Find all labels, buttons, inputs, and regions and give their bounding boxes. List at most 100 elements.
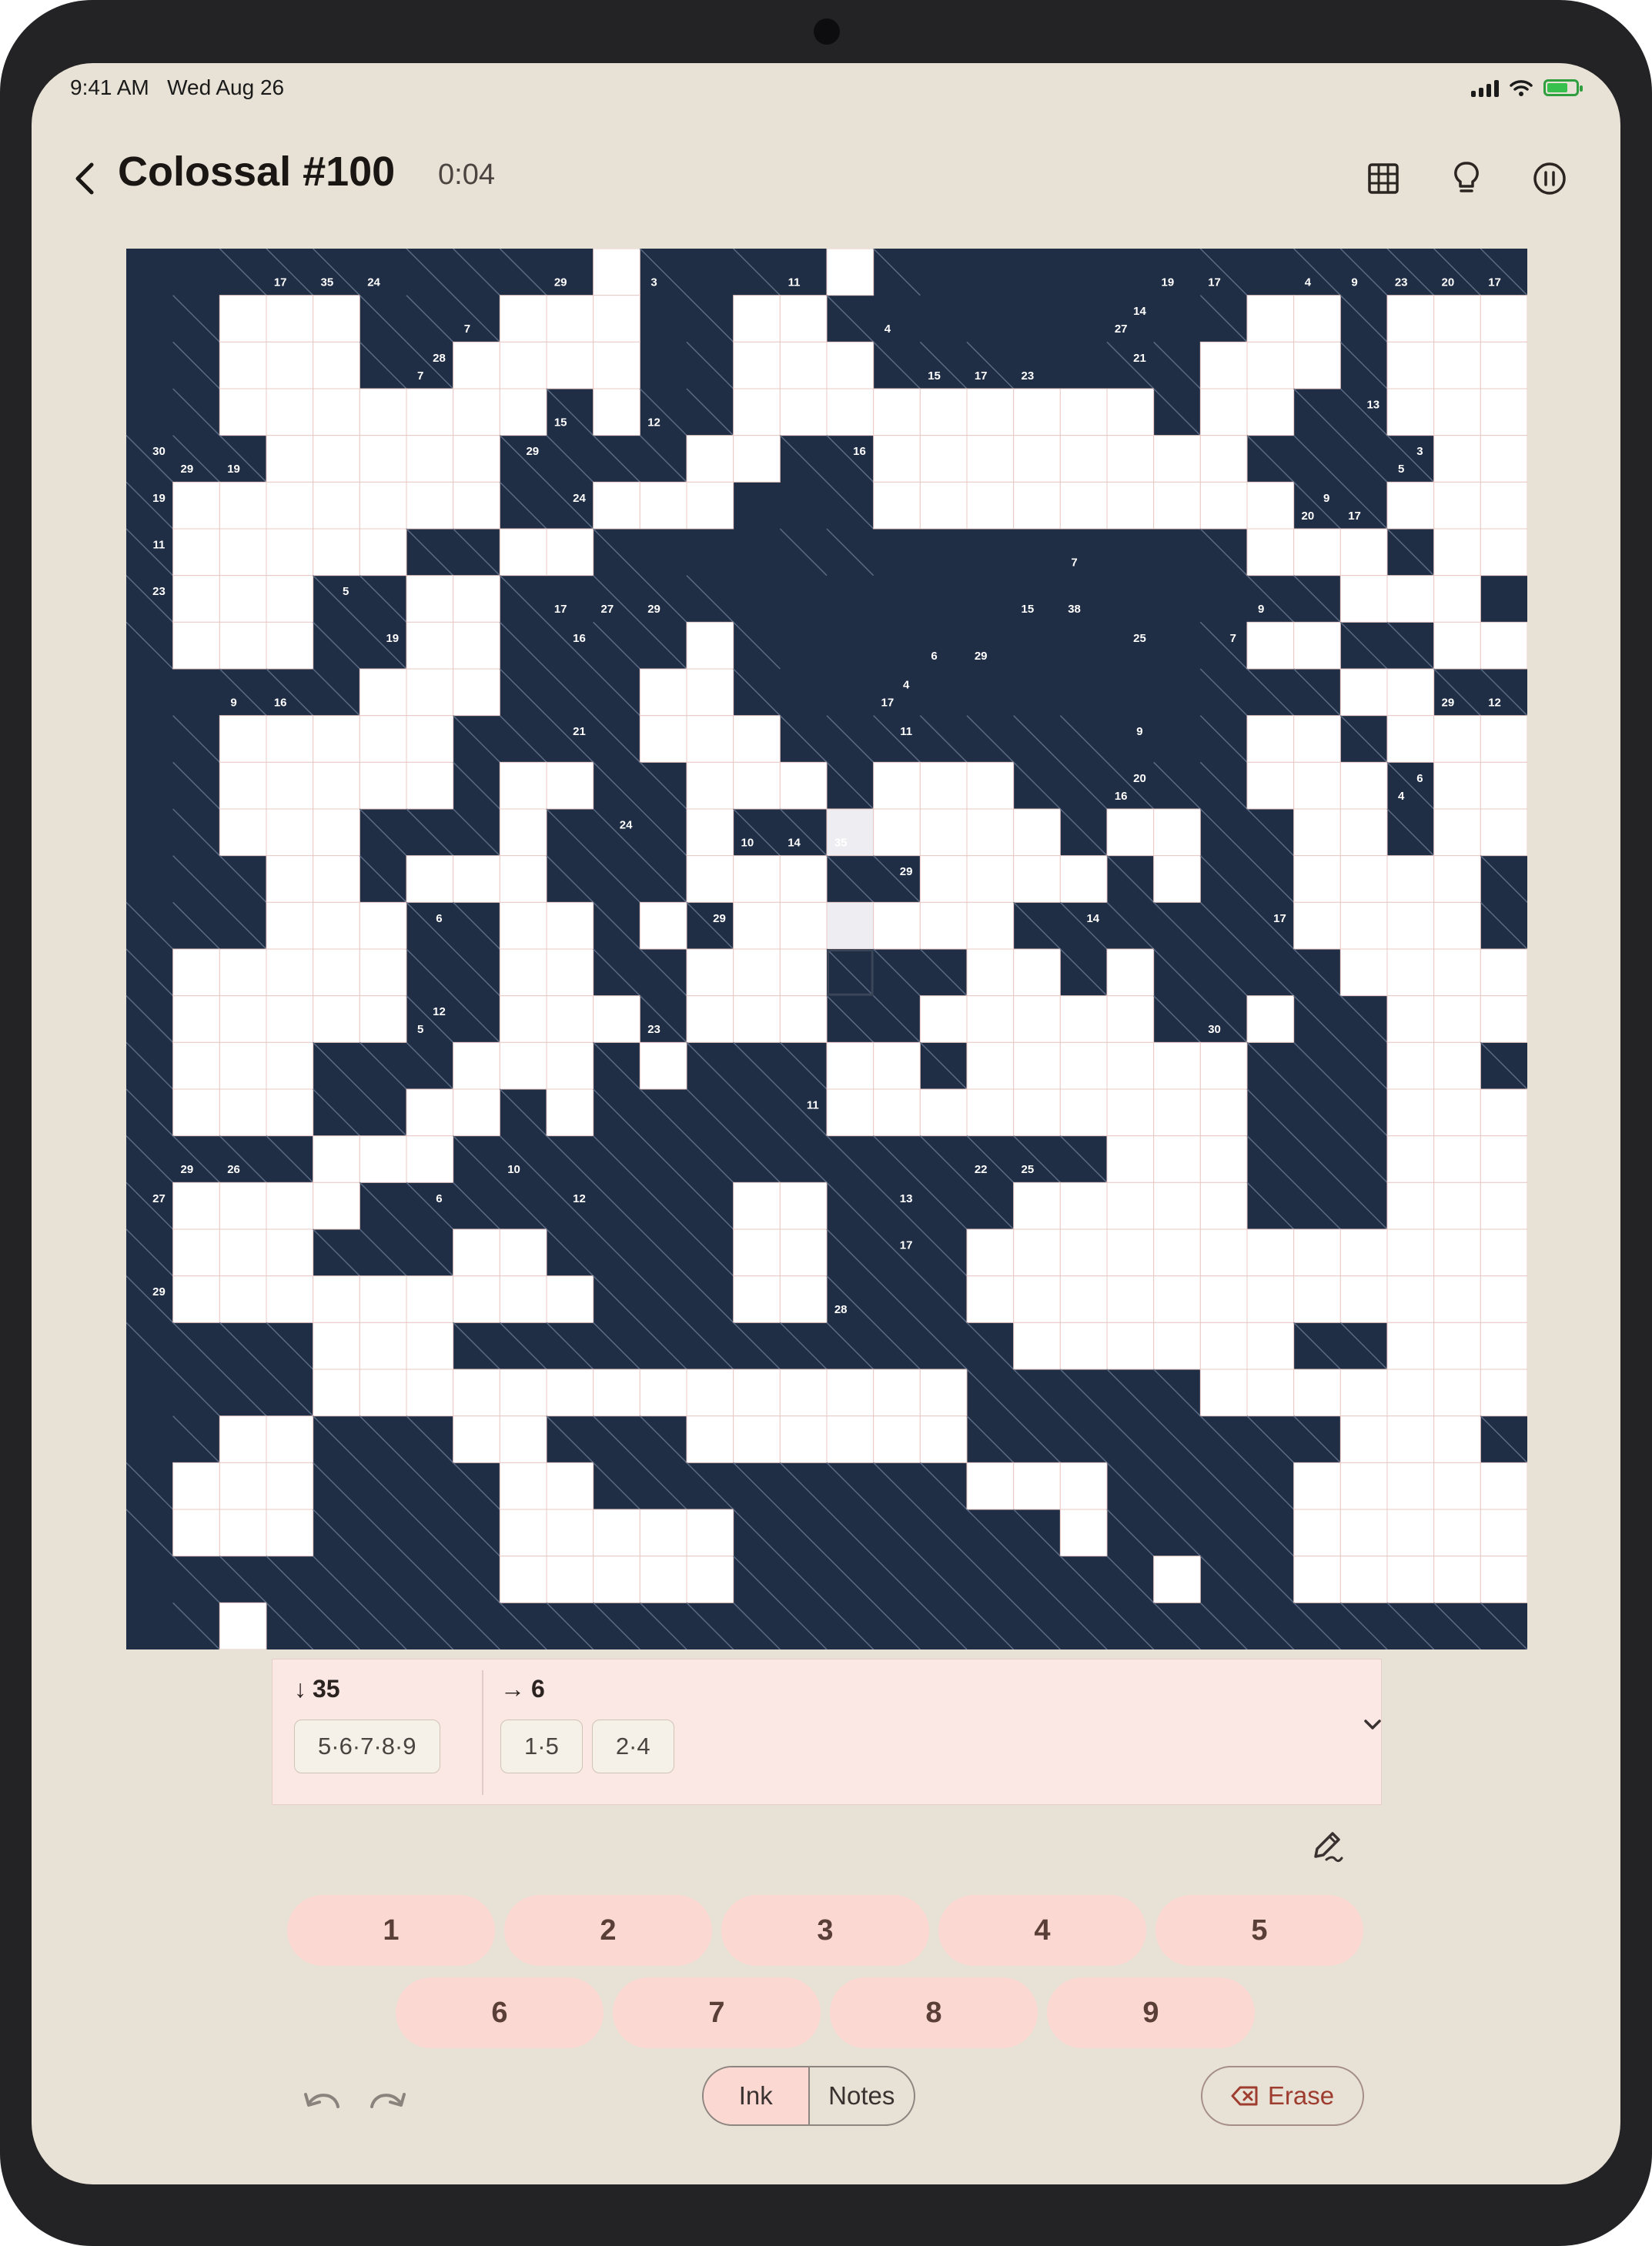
grid-cell[interactable]: [266, 1275, 314, 1323]
grid-cell[interactable]: [686, 715, 734, 763]
grid-cell[interactable]: [499, 948, 547, 997]
grid-cell[interactable]: [919, 1088, 968, 1137]
grid-cell[interactable]: [686, 481, 734, 530]
grid-cell[interactable]: [1059, 1228, 1108, 1277]
grid-cell[interactable]: [1199, 435, 1248, 483]
grid-cell[interactable]: [733, 295, 781, 343]
grid-cell[interactable]: [1480, 1275, 1527, 1323]
grid-cell[interactable]: [1386, 1228, 1435, 1277]
grid-cell[interactable]: [1246, 295, 1295, 343]
grid-cell[interactable]: [1293, 855, 1341, 903]
grid-cell[interactable]: [1386, 1135, 1435, 1183]
pencil-icon[interactable]: [1305, 1824, 1348, 1867]
grid-cell[interactable]: [266, 901, 314, 950]
grid-cell[interactable]: [779, 1275, 828, 1323]
grid-cell[interactable]: [453, 575, 500, 623]
grid-cell[interactable]: [499, 1041, 547, 1090]
grid-cell[interactable]: [1433, 808, 1481, 857]
notes-mode-button[interactable]: Notes: [810, 2067, 915, 2124]
grid-cell[interactable]: [966, 481, 1015, 530]
grid-cell[interactable]: [219, 1415, 267, 1463]
grid-cell[interactable]: [1480, 995, 1527, 1043]
grid-cell[interactable]: [1153, 1556, 1201, 1603]
grid-cell[interactable]: [1293, 341, 1341, 389]
grid-cell[interactable]: [359, 435, 407, 483]
grid-cell[interactable]: [499, 528, 547, 577]
grid-cell[interactable]: [219, 388, 267, 436]
grid-cell[interactable]: [1199, 1181, 1248, 1230]
grid-cell[interactable]: [453, 481, 500, 530]
grid-cell[interactable]: [266, 761, 314, 810]
grid-cell[interactable]: [172, 1275, 220, 1323]
grid-cell[interactable]: [1339, 901, 1388, 950]
erase-button[interactable]: Erase: [1201, 2066, 1364, 2126]
grid-cell[interactable]: [172, 1462, 220, 1510]
grid-cell[interactable]: [966, 388, 1015, 436]
grid-cell[interactable]: [359, 528, 407, 577]
grid-cell[interactable]: [919, 481, 968, 530]
grid-icon[interactable]: [1360, 155, 1406, 202]
grid-cell[interactable]: [499, 855, 547, 903]
grid-cell[interactable]: [593, 481, 640, 530]
grid-cell[interactable]: [1433, 621, 1481, 670]
grid-cell[interactable]: [919, 1415, 968, 1463]
grid-cell[interactable]: [1480, 948, 1527, 997]
grid-cell[interactable]: [593, 341, 640, 389]
grid-cell[interactable]: [1433, 1088, 1481, 1137]
grid-cell[interactable]: [313, 481, 360, 530]
grid-cell[interactable]: [1386, 341, 1435, 389]
grid-cell[interactable]: [406, 1135, 454, 1183]
grid-cell[interactable]: [1013, 481, 1061, 530]
grid-cell[interactable]: [919, 761, 968, 810]
grid-cell[interactable]: [1013, 1181, 1061, 1230]
grid-cell[interactable]: [172, 1041, 220, 1090]
grid-cell[interactable]: [686, 948, 734, 997]
grid-cell[interactable]: [1199, 1041, 1248, 1090]
grid-cell[interactable]: [499, 1556, 547, 1603]
grid-cell[interactable]: [1433, 1181, 1481, 1230]
grid-cell[interactable]: [733, 435, 781, 483]
grid-cell[interactable]: [219, 1228, 267, 1277]
grid-cell[interactable]: [1433, 1135, 1481, 1183]
grid-cell[interactable]: [1199, 1088, 1248, 1137]
grid-cell[interactable]: [639, 1041, 687, 1090]
grid-cell[interactable]: [406, 1369, 454, 1417]
grid-cell[interactable]: [172, 1088, 220, 1137]
grid-cell[interactable]: [219, 715, 267, 763]
grid-cell[interactable]: [406, 435, 454, 483]
grid-cell[interactable]: [966, 761, 1015, 810]
grid-cell[interactable]: [1433, 1369, 1481, 1417]
grid-cell[interactable]: [826, 1041, 874, 1090]
grid-cell[interactable]: [639, 901, 687, 950]
input-mode-toggle[interactable]: Ink Notes: [702, 2066, 915, 2126]
grid-cell[interactable]: [313, 1275, 360, 1323]
grid-cell[interactable]: [1480, 1556, 1527, 1603]
grid-cell[interactable]: [1293, 1556, 1341, 1603]
grid-cell[interactable]: [313, 855, 360, 903]
grid-cell[interactable]: [1386, 481, 1435, 530]
grid-cell[interactable]: [219, 1602, 267, 1649]
grid-cell[interactable]: [1106, 1181, 1155, 1230]
grid-cell[interactable]: [1293, 1462, 1341, 1510]
grid-cell[interactable]: [1246, 1369, 1295, 1417]
grid-cell[interactable]: [266, 341, 314, 389]
grid-cell[interactable]: [873, 481, 921, 530]
grid-cell[interactable]: [966, 808, 1015, 857]
grid-cell[interactable]: [686, 1415, 734, 1463]
grid-cell[interactable]: [266, 295, 314, 343]
grid-cell[interactable]: [593, 1369, 640, 1417]
grid-cell[interactable]: [1433, 1322, 1481, 1370]
grid-cell[interactable]: [1246, 715, 1295, 763]
grid-cell[interactable]: [359, 715, 407, 763]
number-key-2[interactable]: 2: [504, 1895, 712, 1966]
grid-cell[interactable]: [826, 1088, 874, 1137]
kakuro-board[interactable]: 17 35 24 29 17 3 11 19 19 17 4 9 23 20 17227 1617 34 2714…: [126, 249, 1527, 1649]
grid-cell[interactable]: [219, 1509, 267, 1557]
grid-cell[interactable]: [873, 1088, 921, 1137]
grid-cell[interactable]: [686, 1369, 734, 1417]
grid-cell[interactable]: [219, 621, 267, 670]
number-key-4[interactable]: 4: [938, 1895, 1146, 1966]
grid-cell[interactable]: [1293, 1369, 1341, 1417]
grid-cell[interactable]: [1013, 948, 1061, 997]
grid-cell[interactable]: [1386, 715, 1435, 763]
